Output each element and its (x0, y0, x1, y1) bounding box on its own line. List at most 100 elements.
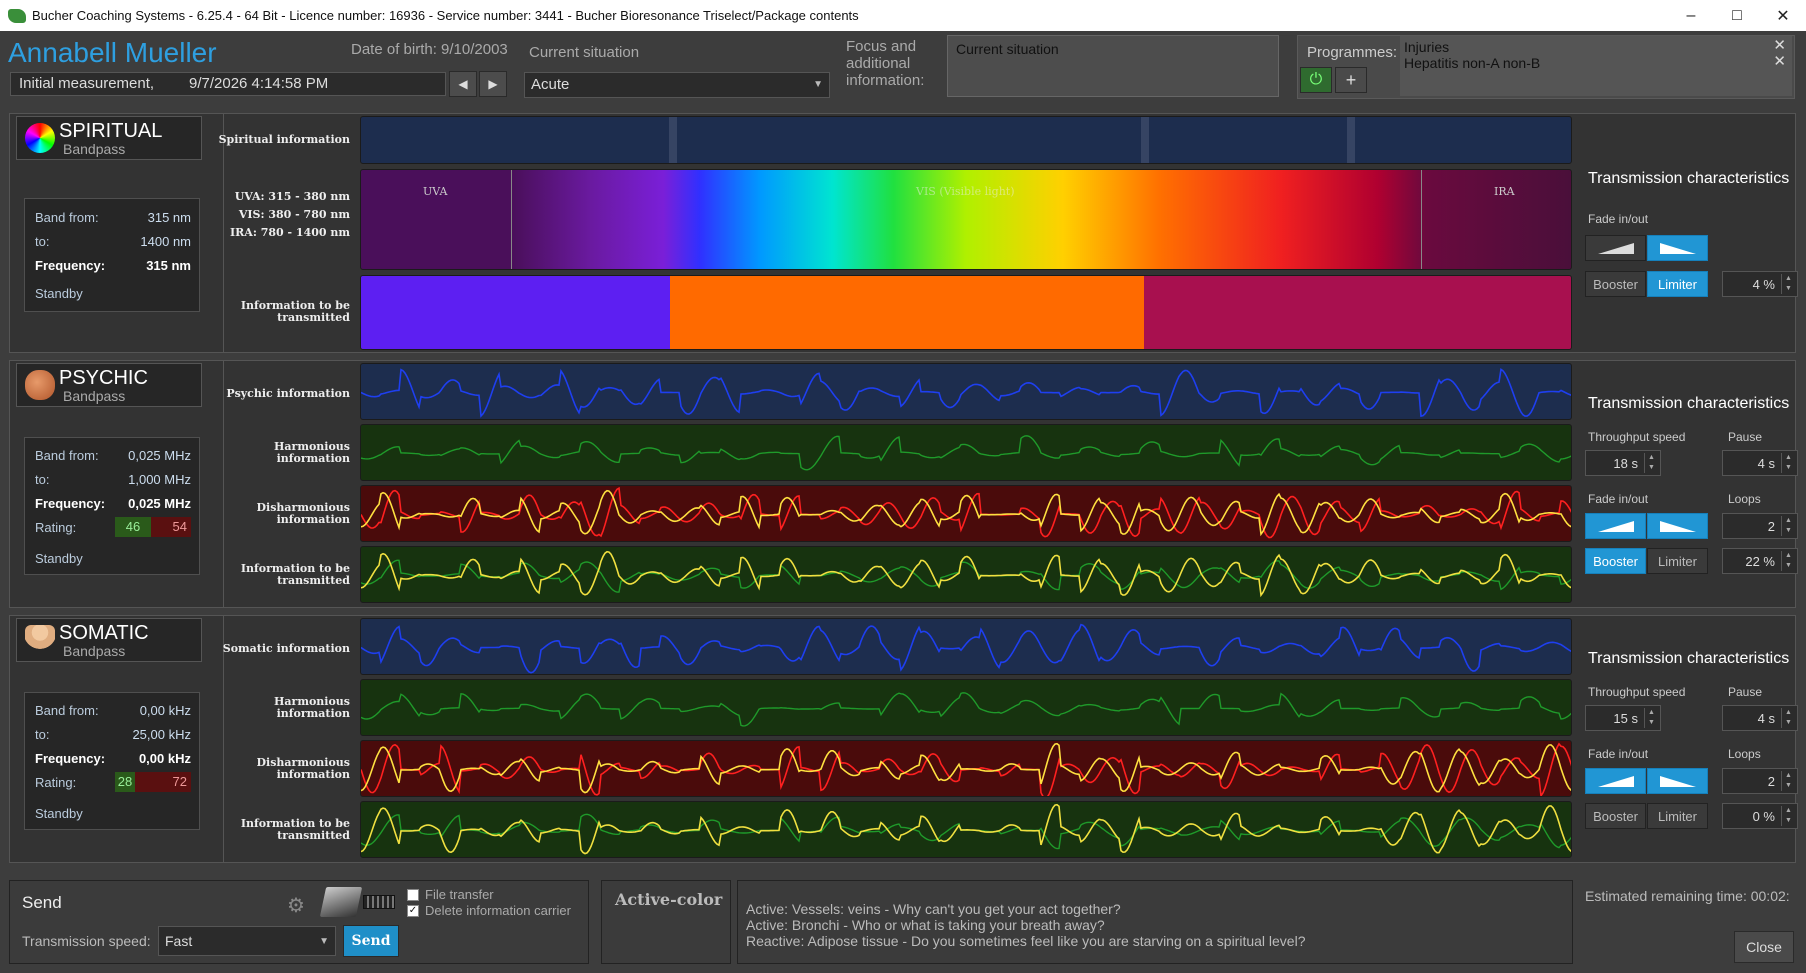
frequency-value: 315 nm (146, 257, 191, 273)
row-label: Information to be transmitted (240, 299, 350, 324)
stepper-arrows-icon[interactable]: ▲ ▼ (1781, 806, 1795, 826)
body-icon (25, 625, 55, 655)
next-measurement-button[interactable]: ▶ (479, 71, 507, 97)
waveform-line (361, 435, 1571, 471)
percent-stepper[interactable]: 22 % ▲ ▼ (1722, 548, 1798, 574)
send-button[interactable]: Send (343, 925, 399, 957)
transmission-title: Transmission characteristics (1588, 650, 1790, 667)
somatic-info-wave (360, 618, 1572, 675)
measurement-field[interactable]: Initial measurement, 9/7/2026 4:14:58 PM (10, 72, 446, 96)
row-label: Disharmonious information (256, 501, 350, 526)
fade-in-button[interactable] (1585, 235, 1646, 261)
loops-label: Loops (1728, 747, 1761, 761)
transmit-segment-uva (361, 276, 670, 349)
remove-programme-icon[interactable]: ✕ (1773, 38, 1786, 54)
transmission-title: Transmission characteristics (1588, 395, 1790, 412)
send-panel: Send ⚙ File transfer ✓ Delete informatio… (9, 880, 589, 964)
percent-value: 22 % (1745, 554, 1775, 569)
fade-out-button[interactable] (1647, 768, 1708, 794)
transmission-panel: Transmission characteristics Throughput … (1584, 616, 1798, 862)
fade-out-button[interactable] (1647, 235, 1708, 261)
standby-status: Standby (35, 806, 83, 821)
fade-in-button[interactable] (1585, 768, 1646, 794)
measurement-date: 9/7/2026 4:14:58 PM (189, 75, 329, 92)
message-item: Active: Vessels: veins - Why can't you g… (746, 901, 1121, 917)
booster-button[interactable]: Booster (1585, 548, 1646, 574)
booster-button[interactable]: Booster (1585, 271, 1646, 297)
remove-programme-icon[interactable]: ✕ (1773, 54, 1786, 70)
minimize-button[interactable]: – (1668, 0, 1714, 31)
stepper-arrows-icon[interactable]: ▲ ▼ (1781, 551, 1795, 571)
transmission-speed-select[interactable]: Fast ▼ (158, 926, 336, 956)
limiter-button[interactable]: Limiter (1647, 803, 1708, 829)
booster-button[interactable]: Booster (1585, 803, 1646, 829)
speed-stepper[interactable]: 15 s ▲ ▼ (1585, 705, 1661, 731)
stepper-arrows-icon[interactable]: ▲ ▼ (1644, 453, 1658, 473)
stepper-arrows-icon[interactable]: ▲ ▼ (1644, 708, 1658, 728)
situation-select[interactable]: Acute ▼ (524, 72, 830, 98)
pause-value: 4 s (1757, 711, 1775, 726)
measurement-label: Initial measurement, (19, 75, 155, 92)
loops-stepper[interactable]: 2 ▲ ▼ (1722, 513, 1798, 539)
band-from-label: Band from: (35, 447, 99, 463)
transmit-segment-ira (1144, 276, 1571, 349)
pause-stepper[interactable]: 4 s ▲ ▼ (1722, 450, 1798, 476)
stepper-arrows-icon[interactable]: ▲ ▼ (1781, 516, 1795, 536)
row-label: Disharmonious information (256, 756, 350, 781)
speed-value: 15 s (1613, 711, 1638, 726)
delete-carrier-checkbox[interactable]: ✓ (407, 905, 419, 917)
harmonious-wave (360, 424, 1572, 481)
waveform-line (361, 803, 1571, 855)
standby-status: Standby (35, 286, 83, 301)
date-of-birth: Date of birth: 9/10/2003 (351, 41, 508, 58)
focus-field[interactable]: Current situation (947, 35, 1279, 97)
frequency-value: 0,025 MHz (128, 495, 191, 511)
row-label: Somatic information (222, 642, 350, 655)
band-from-value: 0,025 MHz (128, 447, 191, 463)
close-button[interactable]: Close (1734, 931, 1794, 963)
programme-item[interactable]: Hepatitis non-A non-B (1404, 55, 1788, 71)
stepper-arrows-icon[interactable]: ▲ ▼ (1781, 274, 1795, 294)
band-info: Band from: 0,025 MHz to: 1,000 MHz Frequen… (24, 437, 200, 575)
band-from-label: Band from: (35, 209, 99, 225)
programme-item[interactable]: Injuries (1404, 39, 1788, 55)
stepper-arrows-icon[interactable]: ▲ ▼ (1781, 771, 1795, 791)
stepper-arrows-icon[interactable]: ▲ ▼ (1781, 453, 1795, 473)
row-label: Harmonious information (274, 695, 350, 720)
fade-label: Fade in/out (1588, 492, 1649, 506)
waveform-line (361, 692, 1571, 727)
stepper-arrows-icon[interactable]: ▲ ▼ (1781, 708, 1795, 728)
percent-stepper[interactable]: 0 % ▲ ▼ (1722, 803, 1798, 829)
vis-label: VIS (Visible light) (916, 185, 1015, 198)
psychic-info-wave (360, 363, 1572, 420)
pause-label: Pause (1728, 685, 1763, 699)
section-subtitle: Bandpass (63, 141, 126, 157)
loops-stepper[interactable]: 2 ▲ ▼ (1722, 768, 1798, 794)
gear-icon[interactable]: ⚙ (287, 893, 305, 918)
loops-value: 2 (1767, 774, 1775, 789)
previous-measurement-button[interactable]: ◀ (449, 71, 477, 97)
send-title: Send (22, 893, 62, 912)
add-programme-button[interactable]: + (1335, 67, 1367, 93)
limiter-button[interactable]: Limiter (1647, 548, 1708, 574)
pause-stepper[interactable]: 4 s ▲ ▼ (1722, 705, 1798, 731)
maximize-button[interactable]: □ (1714, 0, 1760, 31)
percent-stepper[interactable]: 4 % ▲ ▼ (1722, 271, 1798, 297)
rating-harmonious: 28 (115, 772, 135, 792)
spiritual-section: SPIRITUAL Bandpass Band from: 315 nm to: 1… (9, 113, 1798, 353)
message-item: Reactive: Adipose tissue - Do you someti… (746, 933, 1306, 949)
fade-in-button[interactable] (1585, 513, 1646, 539)
waveform-line (361, 368, 1571, 418)
delete-carrier-label: Delete information carrier (425, 903, 571, 918)
standby-status: Standby (35, 551, 83, 566)
limiter-button[interactable]: Limiter (1647, 271, 1708, 297)
loops-label: Loops (1728, 492, 1761, 506)
programmes-list[interactable]: Injuries Hepatitis non-A non-B ✕ ✕ (1400, 36, 1792, 96)
close-window-button[interactable]: ✕ (1760, 0, 1806, 31)
file-transfer-checkbox[interactable] (407, 889, 419, 901)
section-subtitle: Bandpass (63, 643, 126, 659)
fade-out-button[interactable] (1647, 513, 1708, 539)
band-from-value: 315 nm (147, 209, 191, 225)
power-button[interactable]: ⏻ (1300, 67, 1332, 93)
speed-stepper[interactable]: 18 s ▲ ▼ (1585, 450, 1661, 476)
